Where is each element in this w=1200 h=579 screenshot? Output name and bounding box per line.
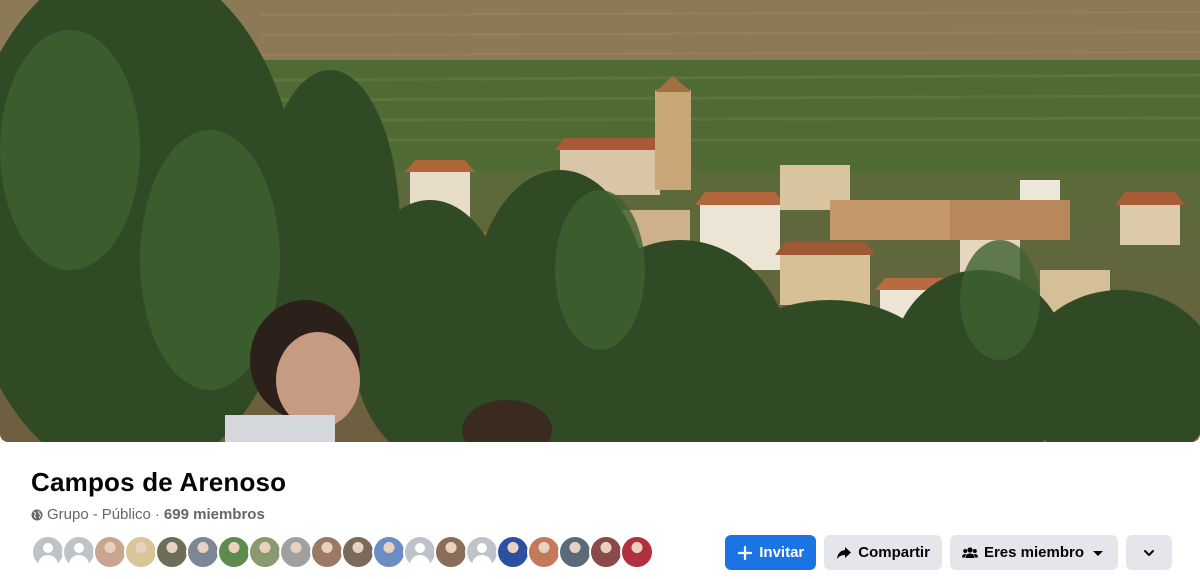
- member-avatar[interactable]: [527, 535, 561, 569]
- meta-separator: -: [92, 506, 98, 523]
- group-actions: Invitar Compartir Eres miembro: [725, 535, 1172, 570]
- member-avatar[interactable]: [217, 535, 251, 569]
- member-avatar[interactable]: [341, 535, 375, 569]
- member-label: Eres miembro: [983, 544, 1084, 561]
- caret-down-icon: [1093, 550, 1103, 556]
- member-avatar[interactable]: [124, 535, 158, 569]
- share-arrow-icon: [837, 546, 852, 559]
- share-label: Compartir: [858, 544, 930, 561]
- cover-photo-illustration: [0, 0, 1200, 442]
- member-avatars: [31, 535, 654, 569]
- meta-dot: ·: [154, 506, 160, 523]
- share-button[interactable]: Compartir: [824, 535, 942, 570]
- member-avatar[interactable]: [496, 535, 530, 569]
- member-avatar[interactable]: [403, 535, 437, 569]
- member-avatar[interactable]: [620, 535, 654, 569]
- group-type: Grupo: [47, 506, 89, 523]
- cover-photo[interactable]: [0, 0, 1200, 442]
- members-count[interactable]: 699 miembros: [164, 506, 265, 523]
- member-avatar[interactable]: [310, 535, 344, 569]
- member-avatar[interactable]: [248, 535, 282, 569]
- member-avatar[interactable]: [372, 535, 406, 569]
- globe-icon: [31, 509, 43, 520]
- member-avatar[interactable]: [93, 535, 127, 569]
- group-privacy[interactable]: Público: [102, 506, 151, 523]
- more-options-button[interactable]: [1126, 535, 1172, 570]
- invite-label: Invitar: [759, 544, 805, 561]
- people-icon: [961, 546, 978, 558]
- member-avatar[interactable]: [62, 535, 96, 569]
- group-meta: Grupo - Público · 699 miembros: [31, 506, 265, 523]
- member-avatar[interactable]: [465, 535, 499, 569]
- member-avatar[interactable]: [155, 535, 189, 569]
- group-title[interactable]: Campos de Arenoso: [31, 467, 286, 498]
- member-avatar[interactable]: [434, 535, 468, 569]
- invite-button[interactable]: Invitar: [725, 535, 817, 570]
- member-avatar[interactable]: [186, 535, 220, 569]
- member-avatar[interactable]: [589, 535, 623, 569]
- member-status-button[interactable]: Eres miembro: [949, 535, 1118, 570]
- member-avatar[interactable]: [558, 535, 592, 569]
- chevron-down-icon: [1144, 549, 1154, 556]
- member-avatar[interactable]: [31, 535, 65, 569]
- member-avatar[interactable]: [279, 535, 313, 569]
- plus-icon: [738, 545, 753, 560]
